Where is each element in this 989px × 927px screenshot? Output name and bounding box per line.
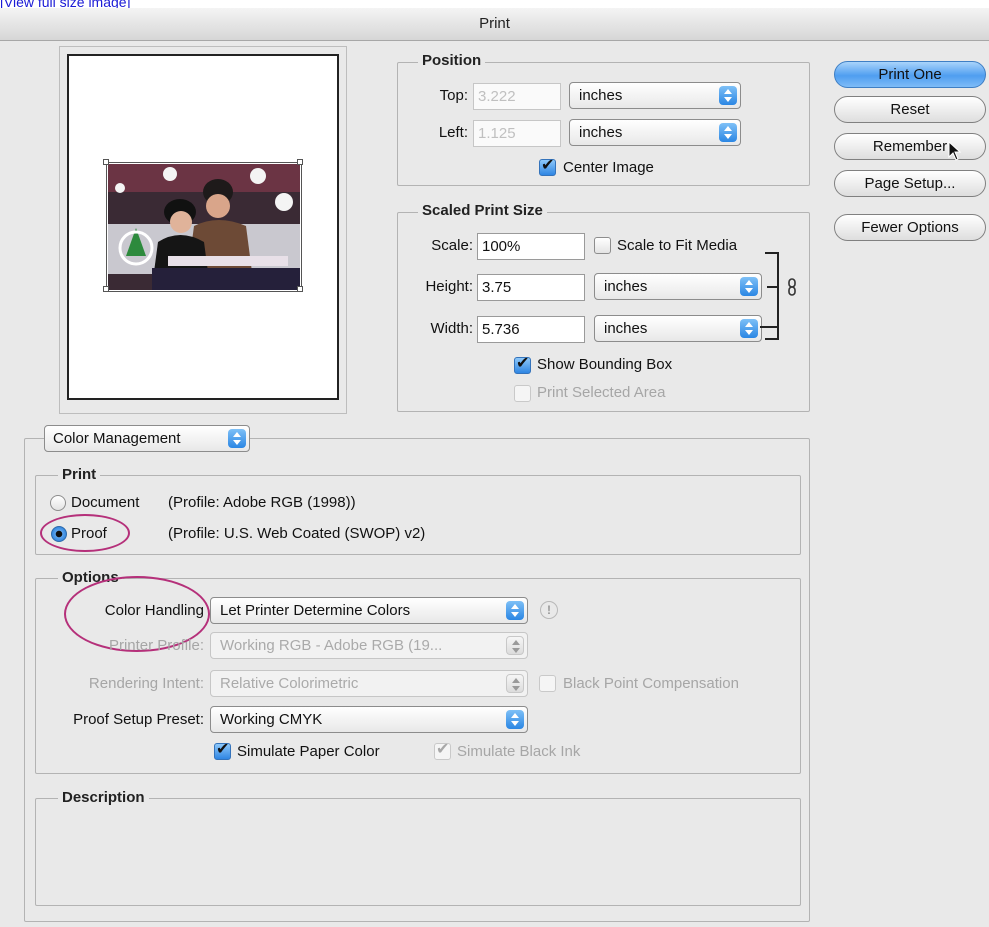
width-unit-value: inches: [604, 320, 648, 337]
print-one-button[interactable]: Print One: [834, 61, 986, 88]
print-source-group: [35, 475, 801, 555]
simulate-black-checkbox[interactable]: [434, 739, 451, 760]
proof-setup-value: Working CMYK: [220, 711, 323, 728]
proof-setup-label: Proof Setup Preset:: [73, 711, 204, 728]
left-unit-select[interactable]: inches: [569, 119, 741, 146]
printer-profile-value: Working RGB - Adobe RGB (19...: [220, 637, 443, 654]
bracket-tick-height: [767, 286, 779, 288]
description-legend: Description: [58, 789, 149, 806]
popup-arrows-icon: [740, 319, 758, 338]
left-label: Left:: [438, 124, 468, 141]
document-profile: (Profile: Adobe RGB (1998)): [168, 494, 356, 511]
top-unit-select[interactable]: inches: [569, 82, 741, 109]
resize-handle-br[interactable]: [297, 286, 303, 292]
popup-arrows-icon: [740, 277, 758, 296]
alert-icon: !: [540, 601, 558, 619]
resize-handle-tr[interactable]: [297, 159, 303, 165]
proof-profile: (Profile: U.S. Web Coated (SWOP) v2): [168, 525, 426, 542]
photo-thumbnail: [108, 164, 300, 290]
print-selected-area-checkbox[interactable]: [514, 385, 531, 402]
mouse-cursor-icon: [948, 140, 962, 165]
width-unit-select[interactable]: inches: [594, 315, 762, 342]
print-source-legend: Print: [58, 466, 101, 483]
resize-handle-bl[interactable]: [103, 286, 109, 292]
popup-arrows-icon: [719, 86, 737, 105]
popup-arrows-icon: [506, 674, 524, 693]
color-handling-label: Color Handling: [104, 602, 204, 619]
height-label: Height:: [425, 278, 473, 295]
popup-arrows-icon: [506, 636, 524, 655]
simulate-paper-label: Simulate Paper Color: [237, 743, 380, 760]
resize-handle-tl[interactable]: [103, 159, 109, 165]
popup-arrows-icon: [228, 429, 246, 448]
color-handling-value: Let Printer Determine Colors: [220, 602, 411, 619]
top-input[interactable]: 3.222: [473, 83, 561, 110]
show-bounding-box-checkbox[interactable]: [514, 353, 531, 374]
popup-arrows-icon: [506, 710, 524, 729]
black-point-checkbox[interactable]: [539, 675, 556, 692]
scale-label: Scale:: [431, 237, 473, 254]
link-chain-icon[interactable]: [787, 278, 797, 296]
remember-button[interactable]: Remember: [834, 133, 986, 160]
rendering-intent-select[interactable]: Relative Colorimetric: [210, 670, 528, 697]
height-input[interactable]: 3.75: [477, 274, 585, 301]
scale-to-fit-label: Scale to Fit Media: [617, 237, 738, 254]
rendering-intent-label: Rendering Intent:: [88, 675, 204, 692]
height-unit-value: inches: [604, 278, 648, 295]
section-select-value: Color Management: [53, 430, 181, 447]
width-input[interactable]: 5.736: [477, 316, 585, 343]
height-unit-select[interactable]: inches: [594, 273, 762, 300]
center-image-checkbox[interactable]: [539, 155, 556, 176]
scale-to-fit-checkbox[interactable]: [594, 237, 611, 254]
center-image-label: Center Image: [563, 159, 654, 176]
proof-highlight-circle: [40, 514, 130, 552]
proof-setup-select[interactable]: Working CMYK: [210, 706, 528, 733]
section-select[interactable]: Color Management: [44, 425, 250, 452]
top-label: Top:: [439, 87, 468, 104]
print-selected-area-label: Print Selected Area: [537, 384, 666, 401]
popup-arrows-icon: [506, 601, 524, 620]
position-legend: Position: [418, 52, 486, 69]
simulate-black-label: Simulate Black Ink: [457, 743, 581, 760]
popup-arrows-icon: [719, 123, 737, 142]
window-title: Print: [0, 8, 989, 41]
rendering-intent-value: Relative Colorimetric: [220, 675, 359, 692]
black-point-label: Black Point Compensation: [563, 675, 739, 692]
bracket-tick-width: [760, 326, 779, 328]
simulate-paper-checkbox[interactable]: [214, 739, 231, 760]
document-radio[interactable]: [50, 495, 66, 511]
document-label: Document: [71, 494, 140, 511]
page-setup-button[interactable]: Page Setup...: [834, 170, 986, 197]
description-group: [35, 798, 801, 906]
show-bounding-box-label: Show Bounding Box: [537, 356, 673, 373]
color-handling-select[interactable]: Let Printer Determine Colors: [210, 597, 528, 624]
scaled-print-size-legend: Scaled Print Size: [418, 202, 547, 219]
left-unit-value: inches: [579, 124, 623, 141]
printer-profile-select[interactable]: Working RGB - Adobe RGB (19...: [210, 632, 528, 659]
printer-profile-label: Printer Profile:: [108, 637, 204, 654]
fewer-options-button[interactable]: Fewer Options: [834, 214, 986, 241]
width-label: Width:: [430, 320, 473, 337]
scale-input[interactable]: 100%: [477, 233, 585, 260]
reset-button[interactable]: Reset: [834, 96, 986, 123]
left-input[interactable]: 1.125: [473, 120, 561, 147]
top-unit-value: inches: [579, 87, 623, 104]
